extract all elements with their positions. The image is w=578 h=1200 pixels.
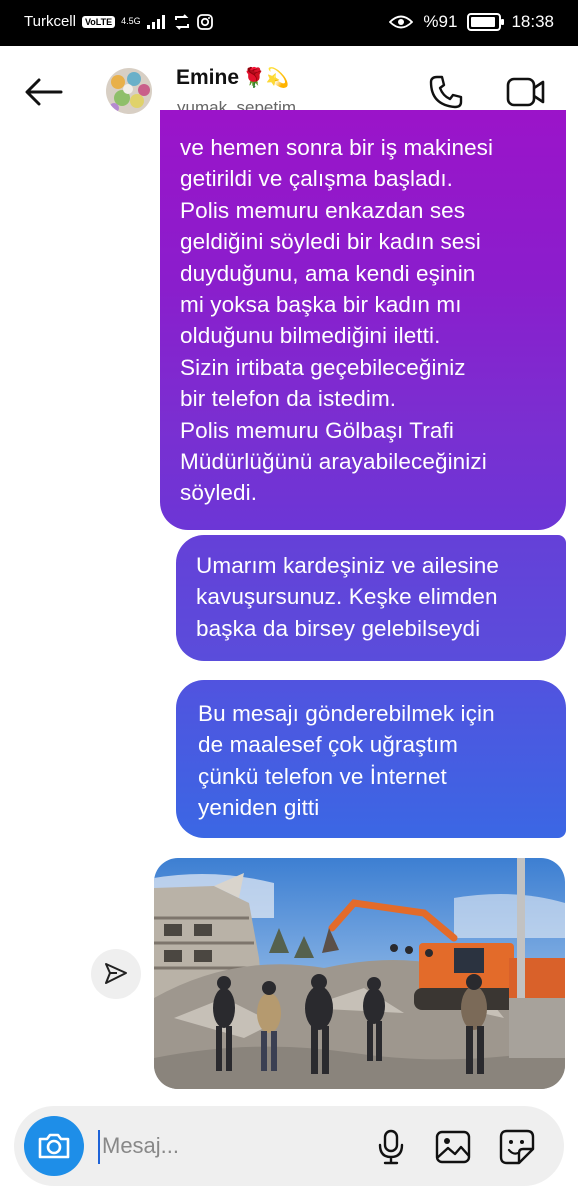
clock: 18:38 bbox=[511, 12, 554, 31]
sticker-icon bbox=[499, 1129, 535, 1165]
back-arrow-icon bbox=[25, 78, 63, 106]
message-line: bir telefon da istedim. bbox=[180, 386, 397, 412]
send-icon bbox=[105, 963, 127, 984]
back-button[interactable] bbox=[22, 72, 66, 112]
message-line: yeniden gitti bbox=[198, 795, 320, 821]
message-line: Müdürlüğünü arayabileceğinizi bbox=[180, 449, 487, 475]
message-bubble[interactable]: Umarım kardeşiniz ve ailesine kavuşursun… bbox=[176, 535, 566, 661]
message-line: Sizin irtibata geçebileceğiniz bbox=[180, 354, 466, 380]
gallery-icon bbox=[435, 1130, 471, 1164]
photo-message[interactable] bbox=[154, 858, 565, 1089]
camera-icon bbox=[38, 1133, 70, 1159]
sync-icon bbox=[174, 13, 189, 30]
battery-percent: %91 bbox=[423, 12, 458, 31]
message-line: duyduğunu, ama kendi eşinin bbox=[180, 260, 476, 286]
carrier-label: Turkcell bbox=[24, 13, 76, 30]
status-right: %91 18:38 bbox=[389, 12, 554, 32]
camera-button[interactable] bbox=[24, 1116, 84, 1176]
microphone-icon bbox=[378, 1129, 404, 1165]
status-left: Turkcell VoLTE 4.5G bbox=[24, 13, 213, 30]
voice-message-button[interactable] bbox=[374, 1128, 408, 1166]
phone-icon bbox=[429, 75, 463, 109]
message-bubble[interactable]: ve hemen sonra bir iş makinesi getirildi… bbox=[160, 110, 566, 530]
name-emojis: 🌹💫 bbox=[242, 68, 290, 89]
gallery-button[interactable] bbox=[434, 1128, 472, 1166]
message-line: geldiğini söyledi bir kadın sesi bbox=[180, 229, 481, 255]
eye-icon bbox=[389, 15, 414, 29]
signal-icon bbox=[146, 14, 165, 29]
message-line: ve hemen sonra bir iş makinesi bbox=[180, 135, 494, 160]
battery-level bbox=[471, 17, 496, 27]
message-line: söyledi. bbox=[180, 480, 258, 506]
message-line: de maalesef çok uğraştım bbox=[198, 732, 459, 758]
video-camera-icon bbox=[506, 77, 545, 107]
instagram-icon bbox=[196, 13, 213, 30]
message-line: Bu mesajı gönderebilmek için bbox=[198, 701, 495, 726]
message-line: getirildi ve çalışma başladı. bbox=[180, 166, 454, 192]
status-bar: Turkcell VoLTE 4.5G %91 18:38 bbox=[0, 0, 578, 46]
avatar-image bbox=[106, 68, 152, 114]
message-input[interactable] bbox=[98, 1128, 348, 1164]
contact-name-row[interactable]: Emine 🌹💫 bbox=[176, 66, 289, 90]
message-line: başka da birsey gelebilseydi bbox=[196, 615, 481, 641]
message-composer bbox=[14, 1106, 564, 1186]
contact-name: Emine bbox=[176, 66, 240, 89]
message-line: Polis memuru Gölbaşı Trafi bbox=[180, 417, 454, 443]
network-type: 4.5G bbox=[121, 16, 141, 26]
forward-button[interactable] bbox=[91, 949, 141, 999]
voice-call-button[interactable] bbox=[424, 70, 468, 114]
sticker-button[interactable] bbox=[498, 1128, 536, 1166]
video-call-button[interactable] bbox=[502, 70, 550, 114]
message-line: Polis memuru enkazdan ses bbox=[180, 197, 466, 223]
message-line: olduğunu bilmediğini iletti. bbox=[180, 323, 441, 349]
message-line: mi yoksa başka bir kadın mı bbox=[180, 292, 462, 318]
volte-badge: VoLTE bbox=[81, 15, 116, 28]
battery-icon bbox=[467, 13, 505, 31]
message-line: çünkü telefon ve İnternet bbox=[198, 763, 447, 789]
earthquake-rubble-photo bbox=[154, 858, 565, 1089]
avatar[interactable] bbox=[106, 68, 152, 114]
message-bubble[interactable]: Bu mesajı gönderebilmek için de maalesef… bbox=[176, 680, 566, 838]
message-line: Umarım kardeşiniz ve ailesine bbox=[196, 553, 500, 578]
message-line: kavuşursunuz. Keşke elimden bbox=[196, 584, 498, 610]
